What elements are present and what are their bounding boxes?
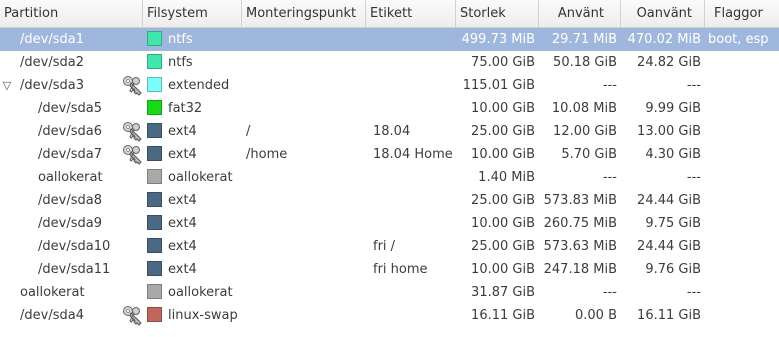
partition-unused: 9.75 GiB — [645, 216, 701, 231]
column-header-partition[interactable]: Partition — [0, 0, 143, 27]
partition-row[interactable]: oallokerat oallokerat 1.40 MiB --- --- — [0, 166, 779, 189]
partition-row[interactable]: oallokerat oallokerat 31.87 GiB --- --- — [0, 281, 779, 304]
partition-unused: 470.02 MiB — [627, 32, 701, 47]
column-header-filesystem[interactable]: Filsystem — [143, 0, 242, 27]
column-header-label[interactable]: Etikett — [366, 0, 456, 27]
partition-row[interactable]: /dev/sda5 fat32 10.00 GiB 10.08 MiB 9.99 GiB — [0, 97, 779, 120]
partition-row[interactable]: /dev/sda4 linux-swap 16.11 GiB 0.00 B 16.11 … — [0, 304, 779, 327]
partition-row[interactable]: /dev/sda9 ext4 10.00 GiB 260.75 MiB 9.75 GiB — [0, 212, 779, 235]
column-header-size[interactable]: Storlek — [456, 0, 539, 27]
partition-unused: 9.99 GiB — [645, 101, 701, 116]
column-header-flags[interactable]: Flaggor — [705, 0, 779, 27]
partition-unused: 24.44 GiB — [637, 193, 701, 208]
partition-row[interactable]: ▽/dev/sda3 extended 115.01 GiB --- --- — [0, 74, 779, 97]
partition-unused: 24.82 GiB — [637, 55, 701, 70]
partition-unused: --- — [686, 78, 701, 93]
partition-row[interactable]: /dev/sda2 ntfs 75.00 GiB 50.18 GiB 24.82 GiB — [0, 51, 779, 74]
column-header-mountpoint[interactable]: Monteringspunkt — [242, 0, 366, 27]
partition-unused: 4.30 GiB — [645, 147, 701, 162]
partition-flags: boot, esp — [708, 32, 769, 47]
partition-unused: 16.11 GiB — [637, 308, 701, 323]
partition-unused: 24.44 GiB — [637, 239, 701, 254]
partition-unused: --- — [686, 170, 701, 185]
partition-unused: --- — [686, 285, 701, 300]
partition-row[interactable]: /dev/sda7 ext4/home 18.04 Home 10.00 GiB 5.7… — [0, 143, 779, 166]
partition-unused: 9.76 GiB — [645, 262, 701, 277]
partition-row[interactable]: /dev/sda1 ntfs 499.73 MiB 29.71 MiB 470.02 M… — [0, 28, 779, 51]
column-header-bar: Partition Filsystem Monteringspunkt Etik… — [0, 0, 779, 28]
partition-row[interactable]: /dev/sda6 ext4/18.04 25.00 GiB 12.00 GiB 13.… — [0, 120, 779, 143]
partition-row[interactable]: /dev/sda11 ext4 fri home 10.00 GiB 247.18 Mi… — [0, 258, 779, 281]
column-header-unused[interactable]: Oanvänt — [621, 0, 705, 27]
partition-row[interactable]: /dev/sda10 ext4 fri /25.00 GiB 573.63 MiB 24… — [0, 235, 779, 258]
partition-row[interactable]: /dev/sda8 ext4 25.00 GiB 573.83 MiB 24.44 Gi… — [0, 189, 779, 212]
column-header-used[interactable]: Använt — [539, 0, 621, 27]
partition-unused: 13.00 GiB — [637, 124, 701, 139]
